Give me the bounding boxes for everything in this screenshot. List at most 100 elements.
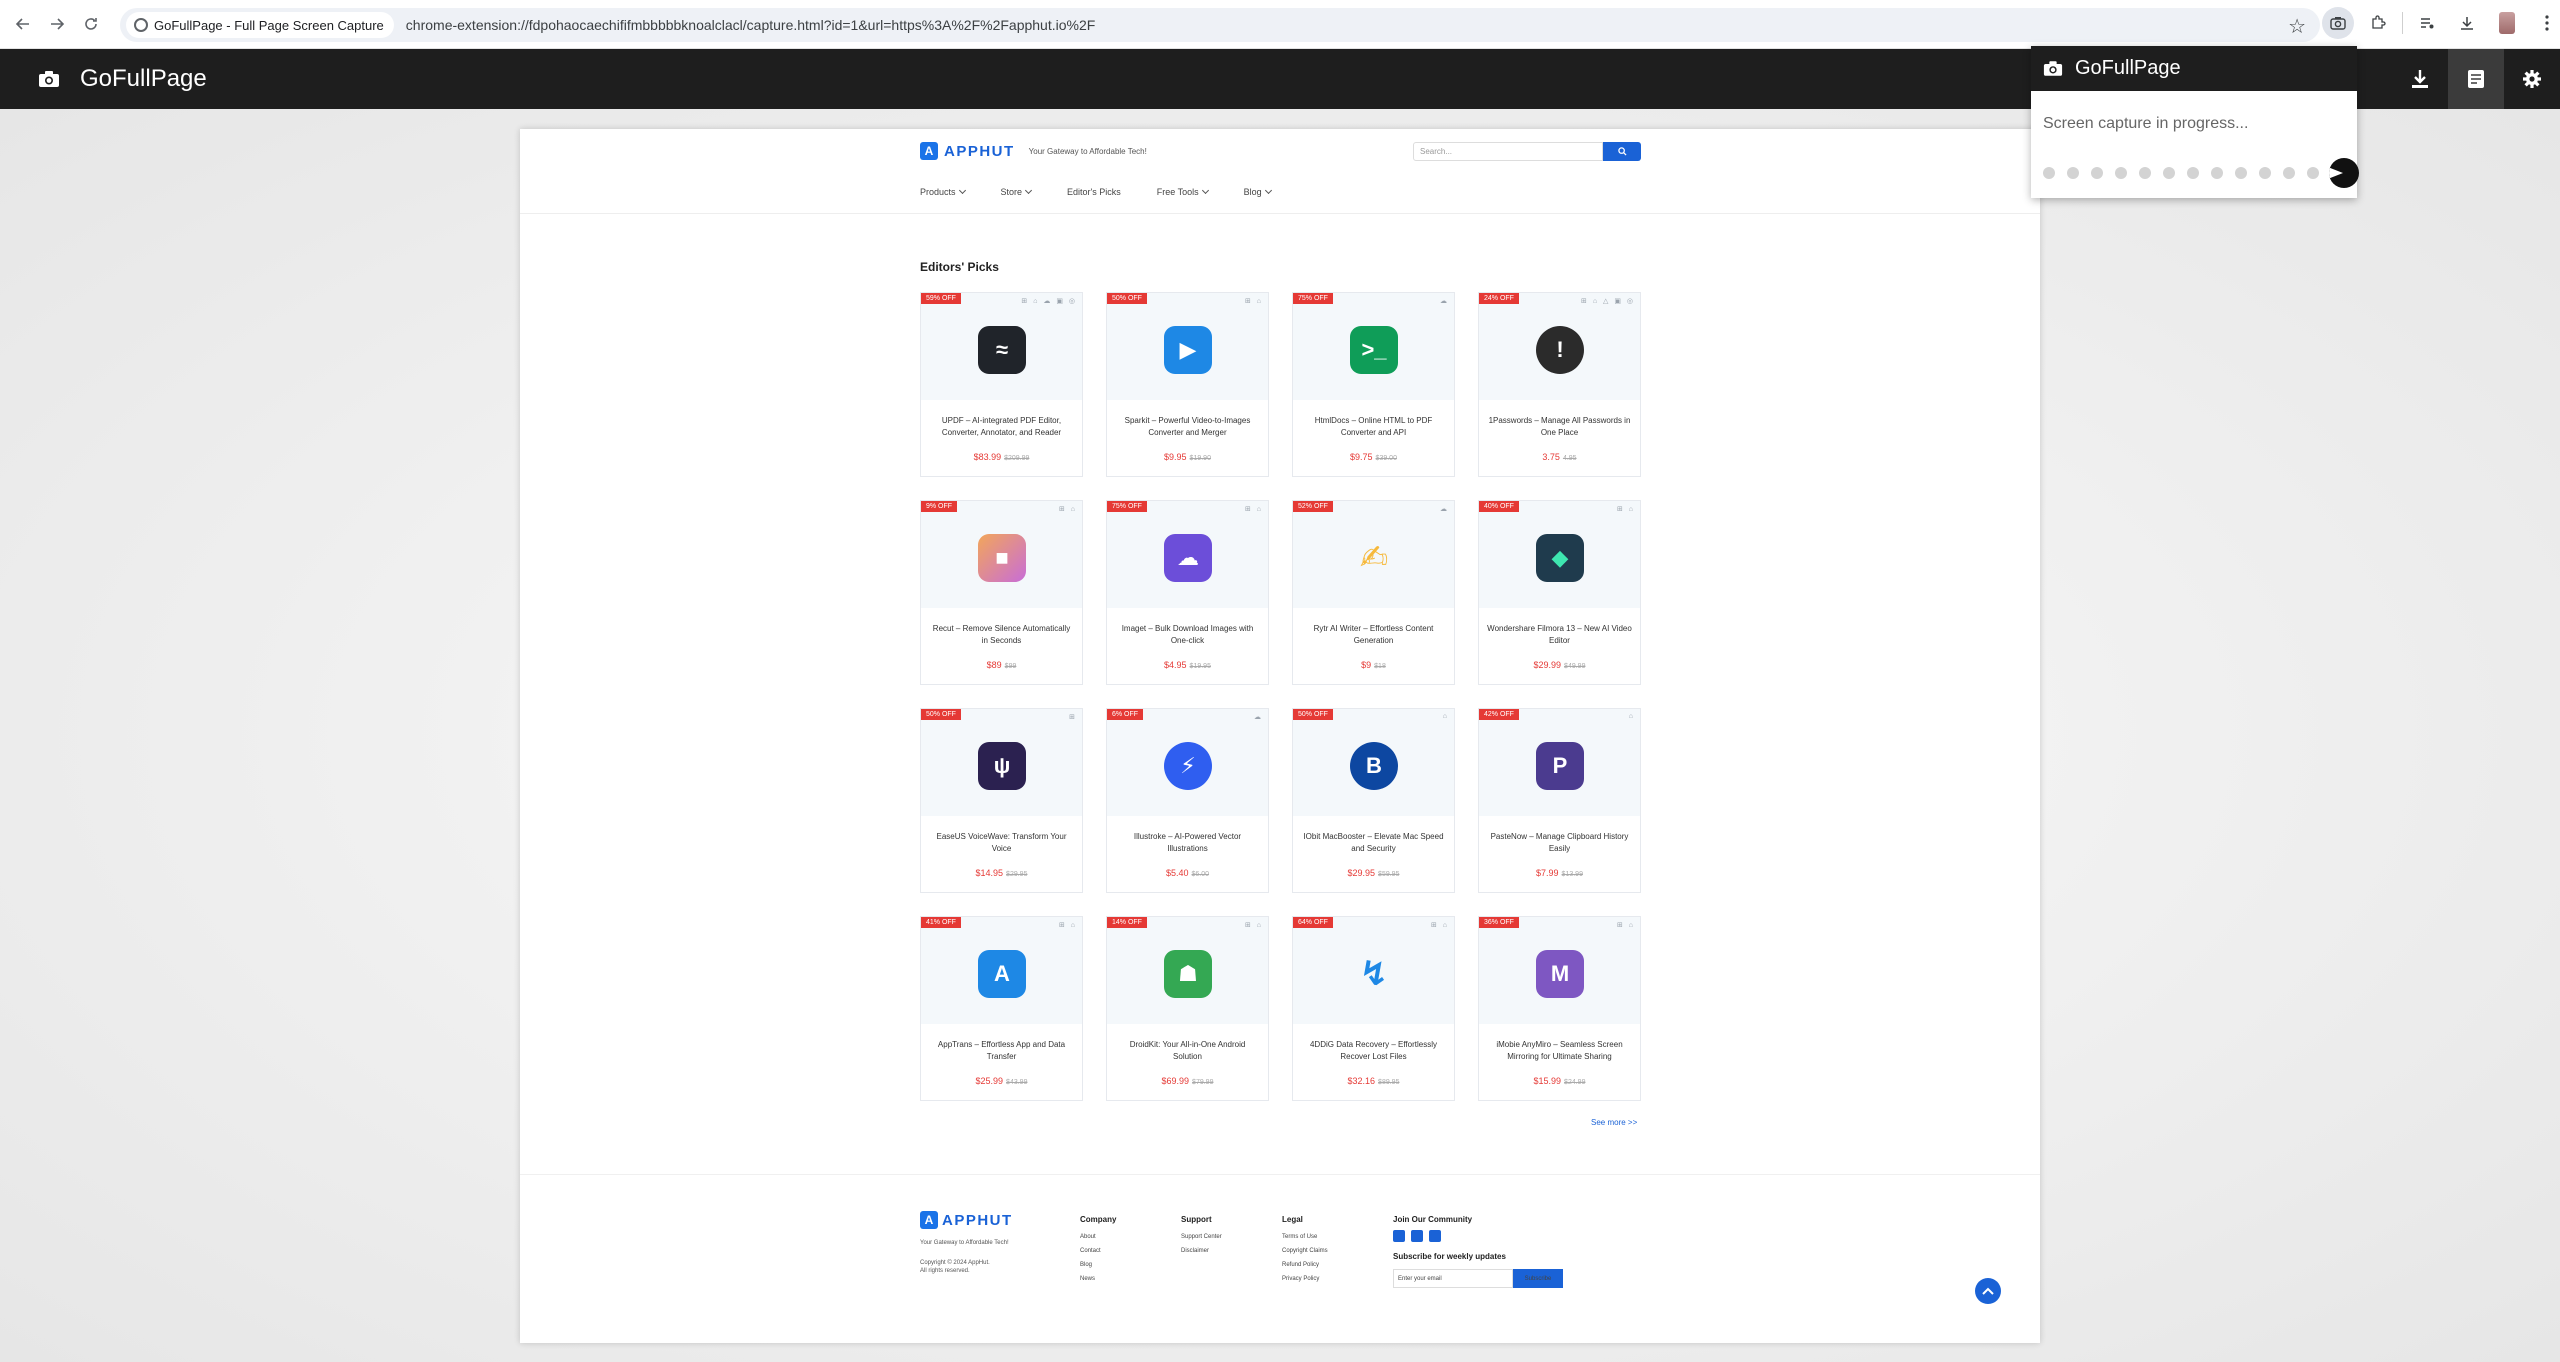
search-icon [1617,147,1627,156]
product-card[interactable]: 14% OFF ⊞ ⌂ ☗ DroidKit: Your All-in-One And… [1106,916,1269,1101]
footer-copyright: Copyright © 2024 AppHut. [920,1260,990,1266]
product-name[interactable]: HtmlDocs – Online HTML to PDF Converter … [1301,415,1446,439]
subscribe-button[interactable]: Subscribe [1513,1269,1563,1288]
nav-editors-picks[interactable]: Editor's Picks [1067,187,1121,197]
product-name[interactable]: 1Passwords – Manage All Passwords in One… [1487,415,1632,439]
product-name[interactable]: UPDF – AI-integrated PDF Editor, Convert… [929,415,1074,439]
product-name[interactable]: PasteNow – Manage Clipboard History Easi… [1487,831,1632,855]
platform-icons: ⊞ ⌂ [1244,298,1263,305]
gear-icon [2523,70,2541,88]
product-card[interactable]: 59% OFF ⊞ ⌂ ☁ ▣ ◎ ≈ UPDF – AI-integrated PD… [920,292,1083,477]
product-name[interactable]: Recut – Remove Silence Automatically in … [929,623,1074,647]
platform-icons: ⌂ [1442,713,1449,720]
footer-link-blog[interactable]: Blog [1080,1258,1116,1272]
footer-link-contact[interactable]: Contact [1080,1244,1116,1258]
product-card[interactable]: 41% OFF ⊞ ⌂ A AppTrans – Effortless App and… [920,916,1083,1101]
bookmark-star-icon[interactable]: ☆ [2288,14,2306,39]
filmora-app-icon: ◆ [1536,534,1584,582]
footer-column-title: Legal [1282,1215,1303,1224]
scroll-to-top-button[interactable] [1975,1278,2001,1304]
nav-store[interactable]: Store [1001,186,1033,197]
discount-badge: 24% OFF [1479,293,1519,304]
footer-divider [520,1174,2040,1175]
product-name[interactable]: iMobie AnyMiro – Seamless Screen Mirrori… [1487,1039,1632,1063]
product-card[interactable]: 50% OFF ⌂ B IObit MacBooster – Elevate Mac … [1292,708,1455,893]
download-capture-button[interactable] [2392,49,2448,109]
footer-link-about[interactable]: About [1080,1230,1116,1244]
product-card[interactable]: 9% OFF ⊞ ⌂ ■ Recut – Remove Silence Automat… [920,500,1083,685]
footer-link-support-center[interactable]: Support Center [1181,1230,1222,1244]
forward-button[interactable] [40,7,74,41]
product-price: $32.16 $89.95 [1347,1076,1400,1086]
subscribe-form: Enter your email Subscribe [1393,1269,1563,1288]
extensions-button[interactable] [2362,7,2394,39]
product-name[interactable]: EaseUS VoiceWave: Transform Your Voice [929,831,1074,855]
product-price: $14.95 $29.95 [975,868,1028,878]
product-card[interactable]: 75% OFF ☁ >_ HtmlDocs – Online HTML to PDF … [1292,292,1455,477]
site-search-input[interactable]: Search... [1413,142,1603,161]
email-field[interactable]: Enter your email [1393,1269,1513,1288]
product-card[interactable]: 50% OFF ⊞ ⌂ ▶ Sparkit – Powerful Video-to-I… [1106,292,1269,477]
twitter-icon[interactable] [1411,1230,1423,1242]
see-more-link[interactable]: See more >> [1591,1118,1637,1127]
address-bar[interactable]: GoFullPage - Full Page Screen Capture ch… [120,8,2320,42]
product-name[interactable]: Wondershare Filmora 13 – New AI Video Ed… [1487,623,1632,647]
pastenow-app-icon: P [1536,742,1584,790]
product-card[interactable]: 64% OFF ⊞ ⌂ ↯ 4DDiG Data Recovery – Effortl… [1292,916,1455,1101]
nav-blog[interactable]: Blog [1244,186,1272,197]
site-chip[interactable]: GoFullPage - Full Page Screen Capture [126,12,394,38]
profile-button[interactable] [2491,7,2523,39]
product-card[interactable]: 24% OFF ⊞ ⌂ △ ▣ ◎! 1Passwords – Manage All… [1478,292,1641,477]
back-button[interactable] [6,7,40,41]
product-card[interactable]: 75% OFF ⊞ ⌂ ☁ Imaget – Bulk Download Images… [1106,500,1269,685]
product-name[interactable]: 4DDiG Data Recovery – Effortlessly Recov… [1301,1039,1446,1063]
capture-progress-dots [2043,158,2359,188]
chevron-down-icon [1264,186,1272,195]
chevron-down-icon [1025,186,1033,195]
site-logo[interactable]: A APPHUT Your Gateway to Affordable Tech… [920,142,1147,160]
chevron-down-icon [958,186,966,195]
pdf-capture-button[interactable] [2448,49,2504,109]
kebab-menu-icon [2545,15,2549,31]
product-card[interactable]: 42% OFF ⌂ P PasteNow – Manage Clipboard His… [1478,708,1641,893]
settings-button[interactable] [2504,49,2560,109]
product-card[interactable]: 50% OFF ⊞ ψ EaseUS VoiceWave: Transform You… [920,708,1083,893]
product-card[interactable]: 6% OFF ☁ ⚡ Illustroke – AI-Powered Vector I… [1106,708,1269,893]
discount-badge: 59% OFF [921,293,961,304]
discount-badge: 36% OFF [1479,917,1519,928]
footer-link-privacy-policy[interactable]: Privacy Policy [1282,1272,1328,1286]
url-text[interactable]: chrome-extension://fdpohaocaechififmbbbb… [406,17,1096,33]
download-icon [2461,17,2473,30]
product-card[interactable]: 40% OFF ⊞ ⌂ ◆ Wondershare Filmora 13 – New … [1478,500,1641,685]
progress-dot [2139,167,2151,179]
linkedin-icon[interactable] [1429,1230,1441,1242]
product-name[interactable]: Imaget – Bulk Download Images with One-c… [1115,623,1260,647]
footer-link-disclaimer[interactable]: Disclaimer [1181,1244,1222,1258]
menu-button[interactable] [2531,7,2560,39]
footer-link-news[interactable]: News [1080,1272,1116,1286]
product-name[interactable]: AppTrans – Effortless App and Data Trans… [929,1039,1074,1063]
product-name[interactable]: Illustroke – AI-Powered Vector Illustrat… [1115,831,1260,855]
footer-link-terms[interactable]: Terms of Use [1282,1230,1328,1244]
site-search-button[interactable] [1603,142,1641,161]
product-name[interactable]: Rytr AI Writer – Effortless Content Gene… [1301,623,1446,647]
product-name[interactable]: Sparkit – Powerful Video-to-Images Conve… [1115,415,1260,439]
footer-link-refund-policy[interactable]: Refund Policy [1282,1258,1328,1272]
facebook-icon[interactable] [1393,1230,1405,1242]
nav-products[interactable]: Products [920,186,966,197]
footer-link-copyright-claims[interactable]: Copyright Claims [1282,1244,1328,1258]
apphut-logo-icon: A [920,1211,938,1229]
reload-button[interactable] [74,7,108,41]
platform-icons: ⊞ ⌂ [1244,922,1263,929]
discount-badge: 42% OFF [1479,709,1519,720]
product-name[interactable]: IObit MacBooster – Elevate Mac Speed and… [1301,831,1446,855]
product-name[interactable]: DroidKit: Your All-in-One Android Soluti… [1115,1039,1260,1063]
gofullpage-extension-button[interactable] [2322,7,2354,39]
platform-icons: ⊞ ⌂ △ ▣ ◎ [1581,298,1635,305]
product-price: $29.99 $49.99 [1533,660,1586,670]
product-card[interactable]: 52% OFF ☁ ✍ Rytr AI Writer – Effortless Con… [1292,500,1455,685]
nav-free-tools[interactable]: Free Tools [1157,186,1209,197]
media-controls-button[interactable] [2411,7,2443,39]
product-card[interactable]: 36% OFF ⊞ ⌂ MiMobie AnyMiro – Seamless Scr… [1478,916,1641,1101]
downloads-button[interactable] [2451,7,2483,39]
